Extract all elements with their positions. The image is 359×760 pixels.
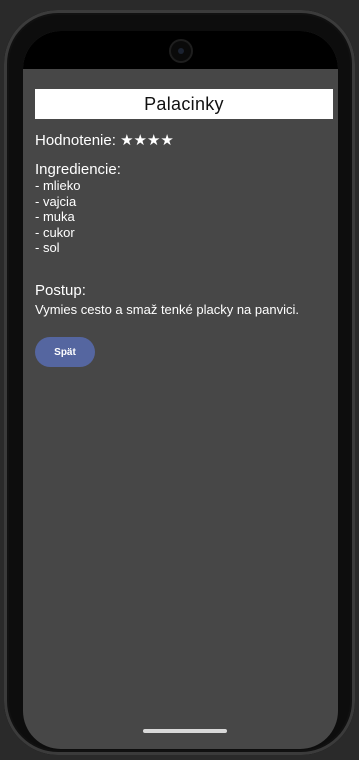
status-bar — [23, 31, 338, 69]
ingredient-item: - mlieko — [35, 178, 81, 193]
rating-label: Hodnotenie: — [35, 132, 116, 149]
app-screen: Palacinky Hodnotenie: ★★★★ Ingrediencie:… — [23, 31, 338, 749]
ingredient-item: - muka — [35, 209, 75, 224]
rating-stars-icon: ★★★★ — [120, 132, 174, 149]
steps-heading: Postup: — [35, 282, 86, 299]
phone-frame: Palacinky Hodnotenie: ★★★★ Ingrediencie:… — [4, 10, 355, 755]
page-title: Palacinky — [144, 93, 224, 114]
ingredient-item: - cukor — [35, 224, 75, 240]
rating-row: Hodnotenie: ★★★★ — [35, 131, 174, 149]
ingredient-item: - vajcia — [35, 193, 77, 209]
ingredient-item: - sol — [35, 240, 60, 255]
ingredients-list: - mlieko - vajcia - muka - cukor - sol — [35, 178, 81, 256]
back-button[interactable]: Spät — [35, 337, 95, 367]
ingredients-heading: Ingrediencie: — [35, 161, 121, 178]
home-indicator[interactable] — [143, 729, 227, 733]
title-container: Palacinky — [35, 89, 333, 119]
front-camera-icon — [171, 41, 191, 61]
steps-text: Vymies cesto a smaž tenké placky na panv… — [35, 302, 299, 317]
